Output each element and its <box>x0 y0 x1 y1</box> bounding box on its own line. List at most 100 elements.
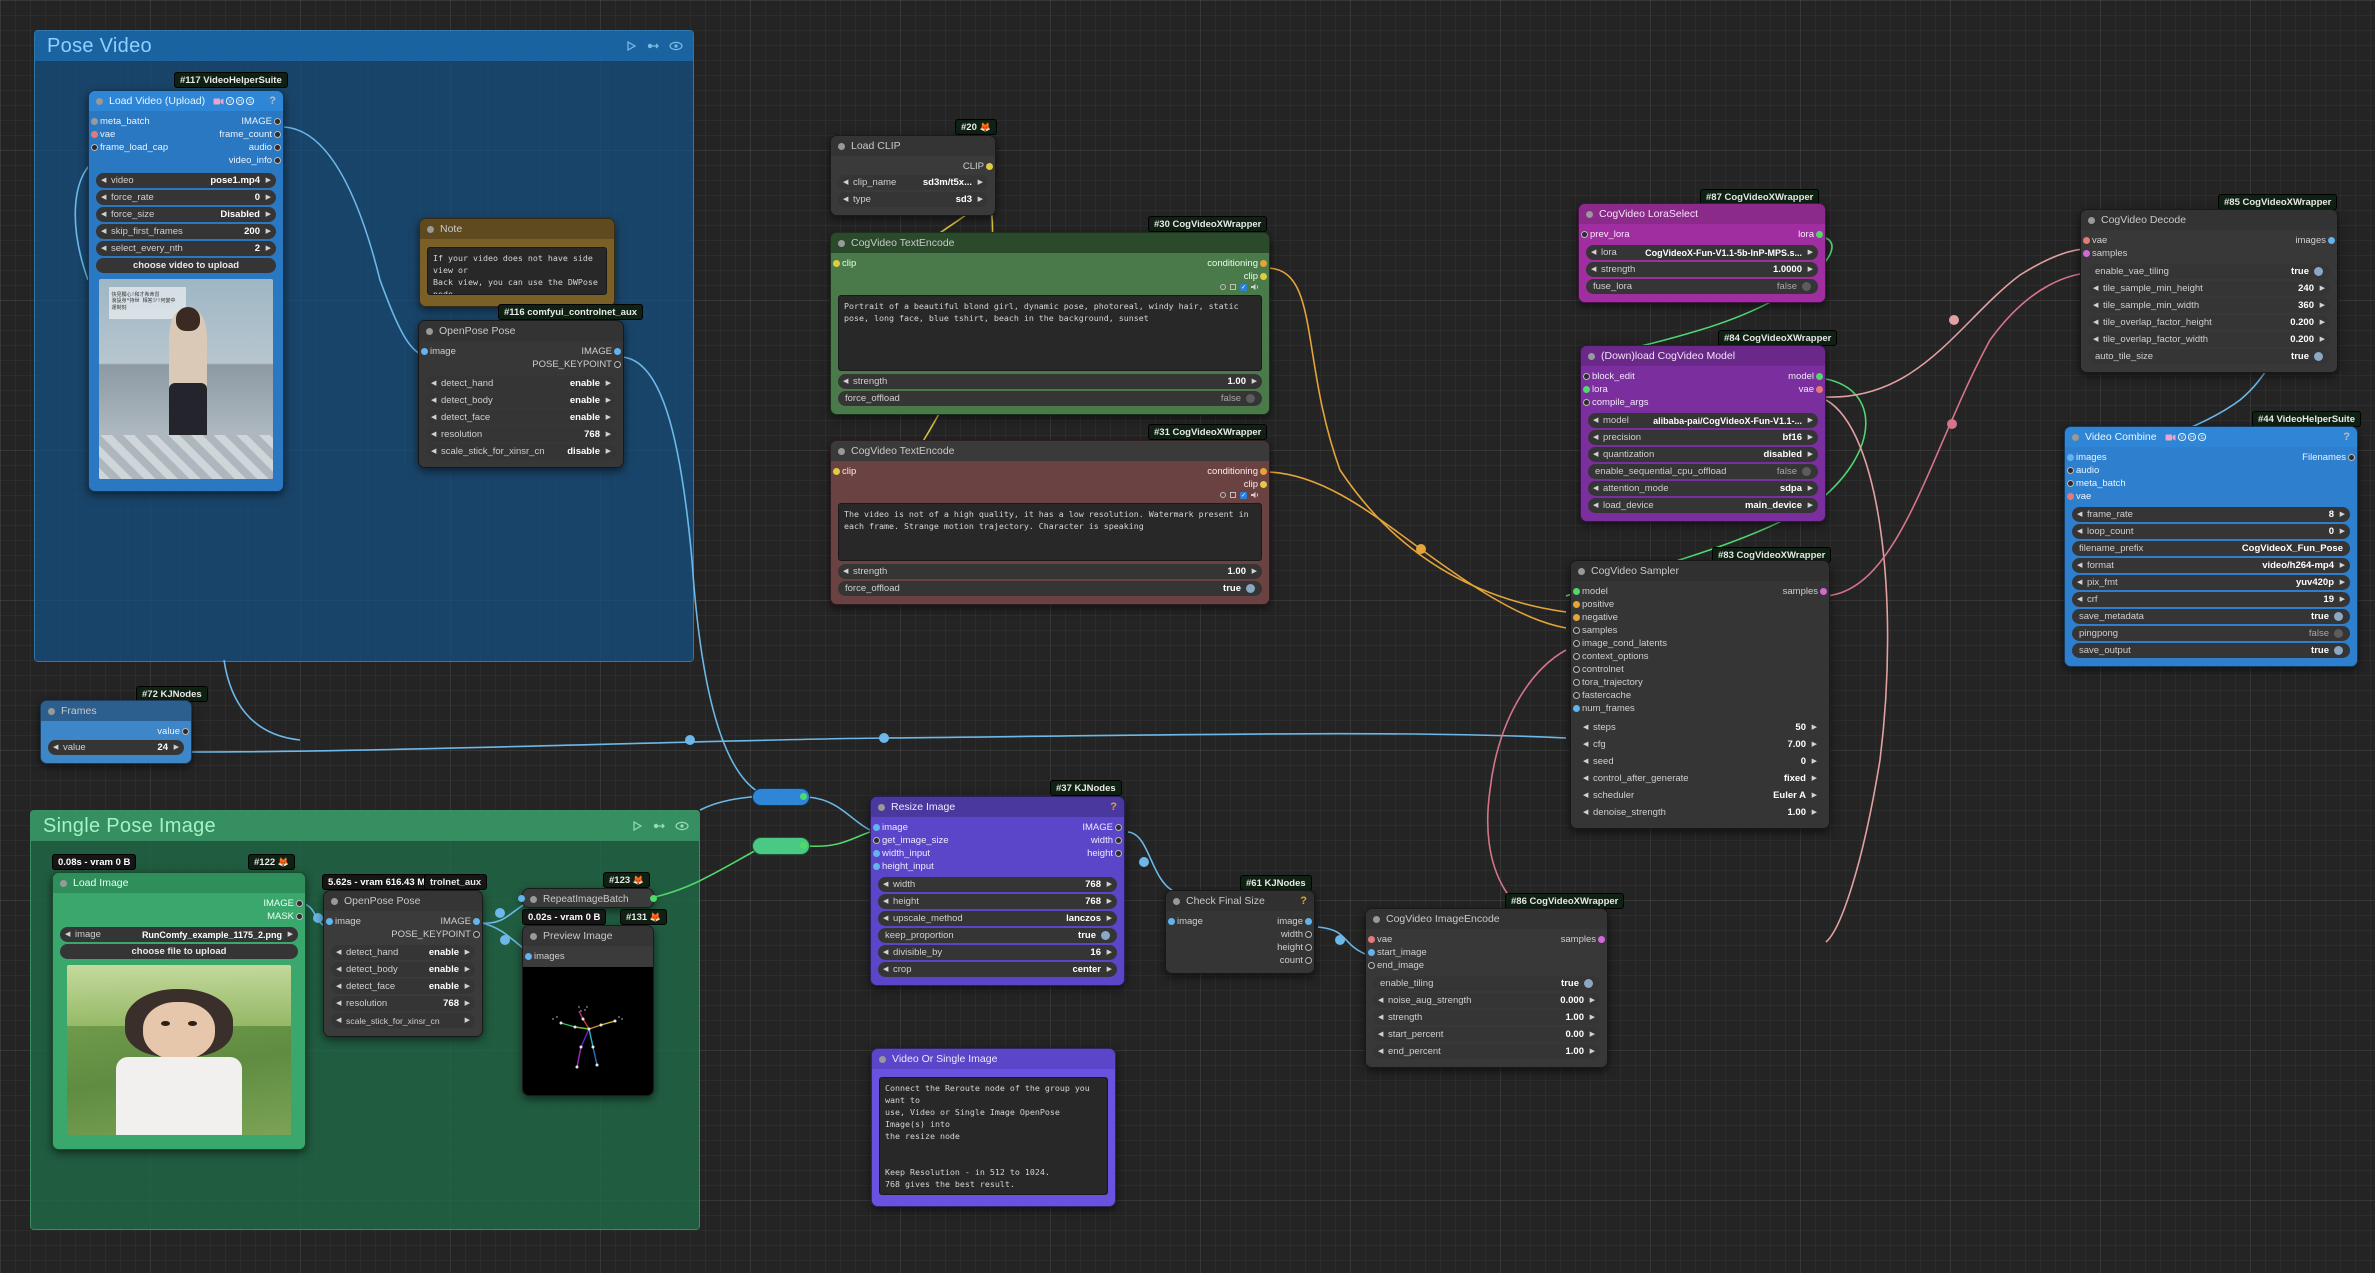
right-arrow-icon[interactable]: ▶ <box>1812 809 1817 816</box>
widget-width[interactable]: ◀ width 768 ▶ <box>878 877 1117 892</box>
left-arrow-icon[interactable]: ◀ <box>1591 266 1596 273</box>
input-socket-lora[interactable] <box>1583 386 1590 393</box>
input-socket-model[interactable] <box>1573 588 1580 595</box>
right-arrow-icon[interactable]: ▶ <box>1107 966 1112 973</box>
input-socket-samples[interactable] <box>1573 627 1580 634</box>
collapse-dot[interactable] <box>838 447 845 455</box>
left-arrow-icon[interactable]: ◀ <box>1593 451 1598 458</box>
socket-row[interactable]: clip conditioning <box>831 257 1269 270</box>
output-socket-vae[interactable] <box>1816 386 1823 393</box>
input-socket-meta_batch[interactable] <box>2067 480 2074 487</box>
toggle-icon[interactable] <box>1802 467 1811 476</box>
left-arrow-icon[interactable]: ◀ <box>336 983 341 990</box>
output-socket-samples[interactable] <box>1598 936 1605 943</box>
widget-detect_body[interactable]: ◀ detect_body enable ▶ <box>331 962 475 977</box>
node-title-bar[interactable]: (Down)load CogVideo Model <box>1581 346 1825 366</box>
node-openpose-video[interactable]: OpenPose Pose image IMAGE POSE_KEYPOINT … <box>418 320 624 468</box>
socket-row[interactable]: frame_load_cap audio <box>89 141 283 154</box>
socket-row[interactable]: meta_batch <box>2065 477 2357 490</box>
socket-row[interactable]: width <box>1166 928 1314 941</box>
widget-steps[interactable]: ◀ steps 50 ▶ <box>1578 720 1822 735</box>
collapse-dot[interactable] <box>879 1055 886 1063</box>
node-title-bar[interactable]: Load Video (Upload) V H S ? <box>89 91 283 111</box>
widget-crf[interactable]: ◀ crf 19 ▶ <box>2072 592 2350 607</box>
output-socket-clip[interactable] <box>1260 481 1267 488</box>
input-socket-end_image[interactable] <box>1368 962 1375 969</box>
node-lora-select[interactable]: CogVideo LoraSelect prev_lora lora ◀ lor… <box>1578 203 1826 303</box>
repeat-input-socket[interactable] <box>518 895 525 902</box>
right-arrow-icon[interactable]: ▶ <box>2340 562 2345 569</box>
output-socket-height[interactable] <box>1305 944 1312 951</box>
right-arrow-icon[interactable]: ▶ <box>1590 1031 1595 1038</box>
widget-tile_sample_min_width[interactable]: ◀ tile_sample_min_width 360 ▶ <box>2088 298 2330 313</box>
socket-row[interactable]: prev_lora lora <box>1579 228 1825 241</box>
node-textencode-negative[interactable]: CogVideo TextEncode clip conditioning cl… <box>830 440 1270 605</box>
socket-row[interactable]: vae samples <box>1366 933 1607 946</box>
output-socket-IMAGE[interactable] <box>274 118 281 125</box>
input-socket-images[interactable] <box>2067 454 2074 461</box>
right-arrow-icon[interactable]: ▶ <box>1808 502 1813 509</box>
widget-pingpong[interactable]: pingpong false <box>2072 626 2350 641</box>
output-socket-width[interactable] <box>1305 931 1312 938</box>
left-arrow-icon[interactable]: ◀ <box>336 966 341 973</box>
widget-tile_overlap_factor_height[interactable]: ◀ tile_overlap_factor_height 0.200 ▶ <box>2088 315 2330 330</box>
node-title-bar[interactable]: Resize Image ? <box>871 797 1124 817</box>
left-arrow-icon[interactable]: ◀ <box>883 949 888 956</box>
collapse-dot[interactable] <box>60 879 67 887</box>
input-socket-block_edit[interactable] <box>1583 373 1590 380</box>
collapse-dot[interactable] <box>878 803 885 811</box>
node-preview-image[interactable]: Preview Image images <box>522 925 654 1096</box>
node-load-image[interactable]: Load Image IMAGE MASK ◀ image RunComfy_e… <box>52 872 306 1150</box>
socket-row[interactable]: clip conditioning <box>831 465 1269 478</box>
left-arrow-icon[interactable]: ◀ <box>1378 1014 1383 1021</box>
output-socket-conditioning[interactable] <box>1260 468 1267 475</box>
collapse-dot[interactable] <box>1578 567 1585 575</box>
toggle-icon[interactable] <box>2334 646 2343 655</box>
right-arrow-icon[interactable]: ▶ <box>1812 758 1817 765</box>
widget-detect_body[interactable]: ◀ detect_body enable ▶ <box>426 393 616 408</box>
right-arrow-icon[interactable]: ▶ <box>2340 596 2345 603</box>
toggle-icon[interactable] <box>2334 629 2343 638</box>
left-arrow-icon[interactable]: ◀ <box>1591 249 1596 256</box>
node-title-bar[interactable]: Load CLIP <box>831 136 995 156</box>
input-socket-vae[interactable] <box>2083 237 2090 244</box>
left-arrow-icon[interactable]: ◀ <box>2093 285 2098 292</box>
collapse-dot[interactable] <box>427 225 434 233</box>
widget-strength[interactable]: ◀ strength 1.00 ▶ <box>838 564 1262 579</box>
socket-row[interactable]: model samples <box>1571 585 1829 598</box>
output-socket-video_info[interactable] <box>274 157 281 164</box>
left-arrow-icon[interactable]: ◀ <box>1593 502 1598 509</box>
input-socket-context_options[interactable] <box>1573 653 1580 660</box>
right-arrow-icon[interactable]: ▶ <box>2320 336 2325 343</box>
widget-image[interactable]: ◀ image RunComfy_example_1175_2.png ▶ <box>60 927 298 942</box>
left-arrow-icon[interactable]: ◀ <box>1583 758 1588 765</box>
checkbox-icon[interactable]: ✓ <box>1240 283 1247 291</box>
widget-save_metadata[interactable]: save_metadata true <box>2072 609 2350 624</box>
widget-enable_tiling[interactable]: enable_tiling true <box>1373 976 1600 991</box>
left-arrow-icon[interactable]: ◀ <box>2077 596 2082 603</box>
socket-row[interactable]: height <box>1166 941 1314 954</box>
socket-row[interactable]: image IMAGE <box>871 821 1124 834</box>
output-socket-CLIP[interactable] <box>986 163 993 170</box>
left-arrow-icon[interactable]: ◀ <box>1583 775 1588 782</box>
right-arrow-icon[interactable]: ▶ <box>1107 881 1112 888</box>
left-arrow-icon[interactable]: ◀ <box>883 881 888 888</box>
right-arrow-icon[interactable]: ▶ <box>1808 417 1813 424</box>
input-socket-samples[interactable] <box>2083 250 2090 257</box>
socket-row[interactable]: get_image_size width <box>871 834 1124 847</box>
socket-row[interactable]: MASK <box>53 910 305 923</box>
input-socket-fastercache[interactable] <box>1573 692 1580 699</box>
left-arrow-icon[interactable]: ◀ <box>2077 562 2082 569</box>
right-arrow-icon[interactable]: ▶ <box>1812 724 1817 731</box>
help-icon[interactable]: ? <box>1300 895 1307 907</box>
socket-row[interactable]: start_image <box>1366 946 1607 959</box>
output-socket-Filenames[interactable] <box>2348 454 2355 461</box>
right-arrow-icon[interactable]: ▶ <box>1808 434 1813 441</box>
right-arrow-icon[interactable]: ▶ <box>1808 451 1813 458</box>
socket-row[interactable]: audio <box>2065 464 2357 477</box>
left-arrow-icon[interactable]: ◀ <box>1378 1031 1383 1038</box>
toggle-icon[interactable] <box>2334 612 2343 621</box>
node-frames[interactable]: Frames value ◀ value 24 ▶ <box>40 700 192 764</box>
right-arrow-icon[interactable]: ▶ <box>2320 285 2325 292</box>
output-socket-IMAGE[interactable] <box>1115 824 1122 831</box>
